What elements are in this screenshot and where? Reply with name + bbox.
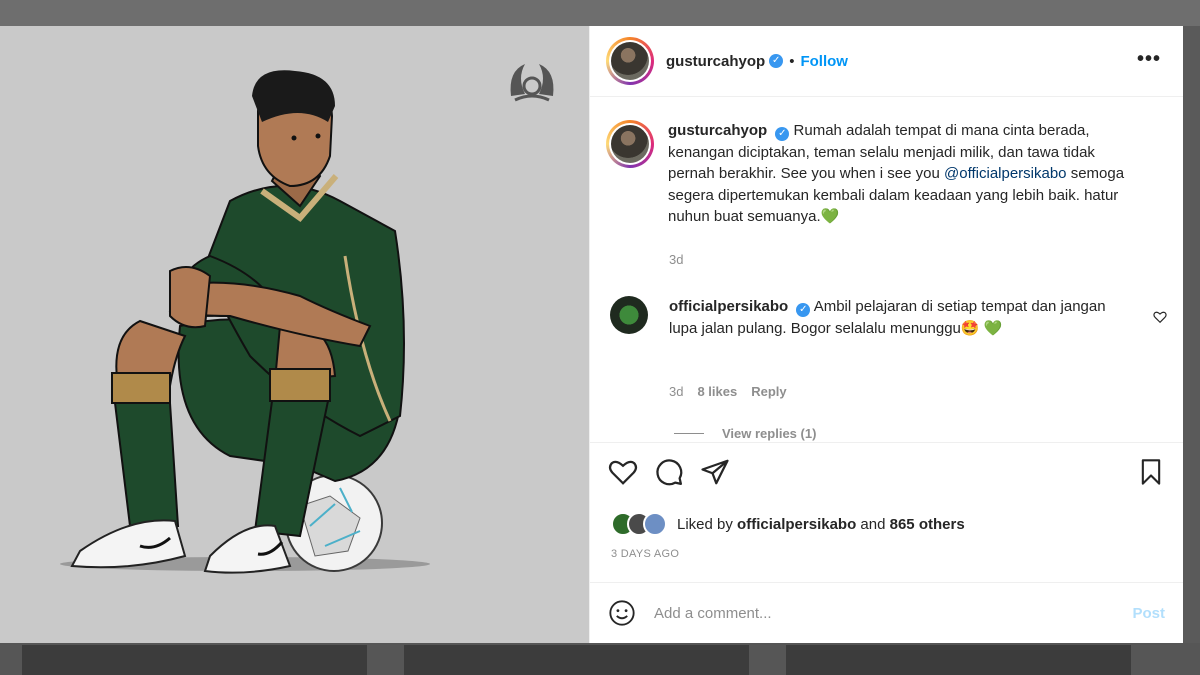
post-comment-button[interactable]: Post [1132, 605, 1165, 622]
post-actions [608, 456, 1165, 488]
likes-summary: Liked by officialpersikabo and 865 other… [611, 512, 965, 536]
comment-emoji: 🤩 💚 [960, 319, 1003, 337]
post-side-panel: gusturcahyop ✓ • Follow ••• gusturcahyop… [589, 26, 1183, 643]
caption-username[interactable]: gusturcahyop [668, 122, 767, 139]
verified-icon: ✓ [796, 303, 811, 317]
avatar[interactable] [606, 37, 654, 85]
likes-prefix: Liked by [677, 515, 738, 533]
more-icon[interactable]: ••• [1137, 48, 1161, 71]
verified-icon: ✓ [769, 54, 784, 68]
add-comment-bar: Post [590, 582, 1183, 643]
liker-username[interactable]: officialpersikabo [737, 516, 856, 533]
caption-text: gusturcahyop ✓ Rumah adalah tempat di ma… [668, 120, 1138, 228]
background-post-thumbnail [22, 645, 367, 675]
comment-meta: 3d 8 likes Reply [669, 384, 787, 399]
follow-button[interactable]: Follow [800, 53, 848, 70]
club-logo [510, 64, 554, 102]
background-feed-header [0, 0, 1200, 26]
view-replies-label: View replies (1) [722, 426, 817, 441]
green-heart-emoji: 💚 [820, 208, 840, 225]
background-post-thumbnail [786, 645, 1131, 675]
save-icon[interactable] [1137, 457, 1165, 487]
verified-icon: ✓ [775, 127, 790, 141]
avatar[interactable] [606, 120, 654, 168]
post-modal: gusturcahyop ✓ • Follow ••• gusturcahyop… [0, 26, 1183, 643]
background-post-thumbnail [404, 645, 749, 675]
avatar[interactable] [643, 512, 667, 536]
author-username[interactable]: gusturcahyop [666, 53, 765, 70]
caption-mention[interactable]: @officialpersikabo [944, 165, 1067, 182]
separator-dot: • [789, 52, 795, 70]
liker-avatars [611, 512, 669, 536]
comment-icon[interactable] [654, 457, 684, 487]
post-header: gusturcahyop ✓ • Follow ••• [590, 26, 1183, 97]
emoji-icon[interactable] [608, 599, 636, 627]
commenter-avatar[interactable] [610, 296, 648, 334]
comment-text: officialpersikabo ✓ Ambil pelajaran di s… [669, 296, 1129, 339]
view-replies-line [674, 433, 704, 434]
commenter-username[interactable]: officialpersikabo [669, 298, 788, 315]
post-image [0, 26, 589, 643]
post-caption: gusturcahyop ✓ Rumah adalah tempat di ma… [606, 120, 1138, 228]
likes-text: Liked by officialpersikabo and 865 other… [677, 516, 965, 533]
comment-timestamp[interactable]: 3d [669, 384, 683, 399]
likes-middle: and [856, 515, 890, 533]
comment-likes[interactable]: 8 likes [697, 384, 737, 399]
comments-section[interactable]: gusturcahyop ✓ Rumah adalah tempat di ma… [590, 98, 1183, 443]
post-age[interactable]: 3 DAYS AGO [611, 548, 679, 560]
comment-item: officialpersikabo ✓ Ambil pelajaran di s… [610, 296, 1129, 339]
player-illustration [60, 70, 430, 574]
likes-count[interactable]: 865 others [890, 516, 965, 533]
share-icon[interactable] [700, 457, 730, 487]
reply-button[interactable]: Reply [751, 384, 786, 399]
view-replies-button[interactable]: View replies (1) [674, 426, 816, 441]
comment-input[interactable] [654, 604, 1074, 622]
comment-like-icon[interactable] [1153, 310, 1167, 324]
like-icon[interactable] [608, 457, 638, 487]
caption-timestamp[interactable]: 3d [669, 252, 683, 267]
